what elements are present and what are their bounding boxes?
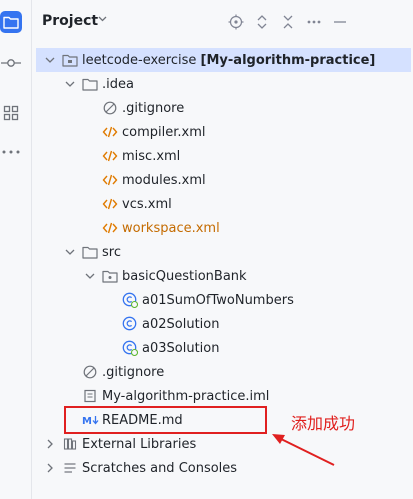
annotation-text: 添加成功 [291,414,356,433]
